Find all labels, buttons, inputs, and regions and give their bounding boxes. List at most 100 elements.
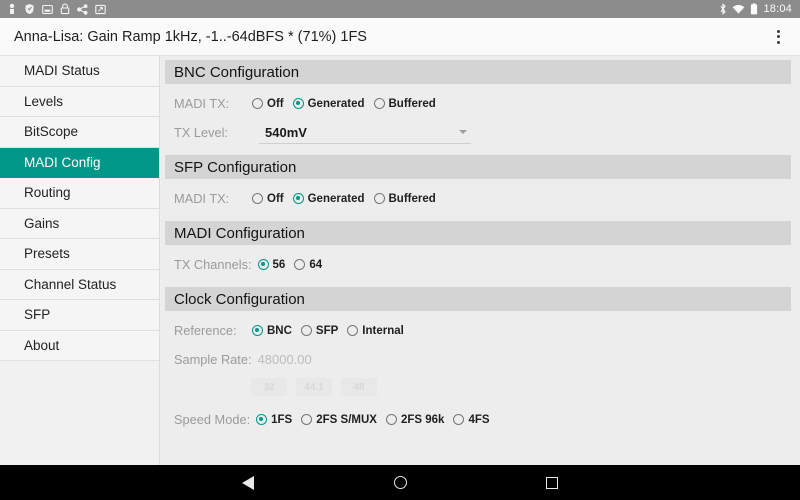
chevron-down-icon: [459, 130, 467, 134]
radio-checked-icon: [257, 259, 269, 270]
radio-option-label: Internal: [362, 324, 404, 337]
sidebar-item-channel-status[interactable]: Channel Status: [0, 269, 159, 300]
sidebar-item-about[interactable]: About: [0, 330, 159, 361]
label-clock-reference: Reference:: [174, 323, 237, 338]
radio-unchecked-icon: [252, 193, 263, 204]
sample-rate-preset-48[interactable]: 48: [341, 378, 377, 396]
status-bar-notification-icons: [0, 3, 106, 15]
radio-option-label: Off: [267, 192, 284, 205]
sidebar-item-sfp[interactable]: SFP: [0, 300, 159, 331]
radio-group-reference[interactable]: BNC SFP Internal: [252, 325, 404, 337]
radio-option-off[interactable]: Off: [252, 98, 284, 110]
radio-option-label: Off: [267, 97, 284, 110]
radio-option-label: 2FS S/MUX: [316, 413, 377, 426]
radio-option-label: SFP: [315, 324, 339, 337]
tx-level-value: 540mV: [265, 124, 307, 140]
sample-rate-preset-buttons[interactable]: 32 44.1 48: [161, 374, 800, 400]
radio-option-sfp[interactable]: SFP: [300, 324, 339, 337]
bluetooth-icon: [721, 3, 727, 15]
radio-checked-icon: [292, 98, 304, 109]
app-window: 18:04 Anna-Lisa: Gain Ramp 1kHz, -1..-64…: [0, 0, 800, 500]
label-bnc-madi-tx: MADI TX:: [174, 96, 230, 111]
person-icon: [9, 3, 15, 14]
radio-unchecked-icon: [252, 98, 263, 109]
radio-option-generated[interactable]: Generated: [292, 192, 365, 205]
radio-option-label: Generated: [307, 192, 365, 205]
radio-option-label: 1FS: [271, 413, 293, 426]
radio-group-bnc-madi-tx[interactable]: Off Generated Buffered: [252, 98, 436, 110]
more-vertical-icon[interactable]: [767, 24, 789, 50]
radio-option-internal[interactable]: Internal: [347, 325, 404, 337]
shield-icon: [25, 4, 34, 14]
radio-option-buffered[interactable]: Buffered: [373, 97, 436, 110]
radio-unchecked-icon: [453, 414, 465, 425]
row-sfp-madi-tx: MADI TX: Off Generated Buffered: [161, 184, 800, 213]
sample-rate-value: 48000.00: [257, 352, 312, 367]
label-speed-mode: Speed Mode:: [174, 412, 251, 427]
overflow-dot: [776, 29, 780, 33]
radio-option-generated[interactable]: Generated: [292, 98, 365, 110]
radio-option-1fs[interactable]: 1FS: [256, 414, 292, 426]
section-header-madi: MADI Configuration: [165, 221, 791, 245]
sidebar-item-presets[interactable]: Presets: [0, 239, 159, 270]
radio-option-label: Buffered: [388, 97, 436, 110]
radio-group-tx-channels[interactable]: 56 64: [257, 259, 322, 271]
radio-option-label: BNC: [267, 324, 292, 337]
triangle-back-icon[interactable]: [232, 467, 264, 499]
radio-checked-icon: [256, 414, 268, 425]
sidebar-empty-space: [0, 361, 159, 465]
status-bar-clock: 18:04: [763, 2, 792, 15]
sidebar-item-label: Routing: [24, 185, 71, 201]
sidebar-nav: MADI Status Levels BitScope MADI Config Rout…: [0, 56, 160, 465]
radio-option-56[interactable]: 56: [257, 259, 285, 271]
android-status-bar: 18:04: [0, 0, 800, 18]
radio-option-label: 4FS: [468, 413, 490, 426]
sd-card-icon: [42, 4, 53, 14]
wifi-icon: [733, 4, 745, 14]
label-sfp-madi-tx: MADI TX:: [174, 191, 230, 206]
sidebar-item-madi-status[interactable]: MADI Status: [0, 56, 159, 87]
sidebar-item-gains[interactable]: Gains: [0, 208, 159, 239]
radio-unchecked-icon: [294, 259, 306, 270]
radio-unchecked-icon: [373, 98, 385, 109]
radio-option-2fs-s-mux[interactable]: 2FS S/MUX: [301, 414, 377, 426]
radio-option-off[interactable]: Off: [252, 193, 284, 205]
page-title: Anna-Lisa: Gain Ramp 1kHz, -1..-64dBFS *…: [14, 28, 367, 45]
label-madi-tx-channels: TX Channels:: [174, 257, 252, 272]
sidebar-list: MADI Status Levels BitScope MADI Config Rout…: [0, 56, 159, 361]
sidebar-item-levels[interactable]: Levels: [0, 86, 159, 117]
tx-level-dropdown[interactable]: 540mV: [259, 122, 471, 144]
row-bnc-tx-level: TX Level: 540mV: [161, 118, 800, 147]
sidebar-item-label: Gains: [24, 215, 60, 231]
status-bar-system-icons: 18:04: [719, 3, 800, 15]
radio-option-64[interactable]: 64: [294, 259, 322, 271]
circle-home-icon[interactable]: [384, 467, 416, 499]
section-header-sfp: SFP Configuration: [165, 155, 791, 179]
sidebar-item-label: MADI Config: [24, 154, 101, 170]
radio-unchecked-icon: [300, 325, 312, 336]
radio-unchecked-icon: [347, 325, 359, 336]
sidebar-item-label: Channel Status: [24, 276, 117, 292]
radio-option-label: 2FS 96k: [400, 413, 445, 426]
radio-option-2fs-96k[interactable]: 2FS 96k: [385, 413, 445, 426]
row-sample-rate: Sample Rate: 48000.00: [161, 345, 800, 374]
overflow-dot: [776, 35, 780, 38]
radio-checked-icon: [252, 325, 263, 336]
radio-option-4fs[interactable]: 4FS: [453, 413, 490, 426]
label-bnc-tx-level: TX Level:: [174, 125, 229, 140]
sidebar-item-routing[interactable]: Routing: [0, 178, 159, 209]
sidebar-item-bitscope[interactable]: BitScope: [0, 117, 159, 148]
sample-rate-preset-44-1[interactable]: 44.1: [296, 378, 332, 396]
sidebar-item-madi-config[interactable]: MADI Config: [0, 147, 159, 178]
android-navigation-bar: [0, 465, 800, 500]
sample-rate-preset-32[interactable]: 32: [251, 378, 287, 396]
radio-option-bnc[interactable]: BNC: [252, 325, 292, 337]
radio-unchecked-icon: [301, 414, 313, 425]
square-recents-icon[interactable]: [536, 467, 568, 499]
radio-group-speed-mode[interactable]: 1FS 2FS S/MUX 2FS 96k 4FS: [256, 413, 490, 426]
radio-option-buffered[interactable]: Buffered: [373, 193, 436, 205]
main-body: MADI Status Levels BitScope MADI Config Rout…: [0, 56, 800, 465]
radio-group-sfp-madi-tx[interactable]: Off Generated Buffered: [252, 193, 436, 205]
